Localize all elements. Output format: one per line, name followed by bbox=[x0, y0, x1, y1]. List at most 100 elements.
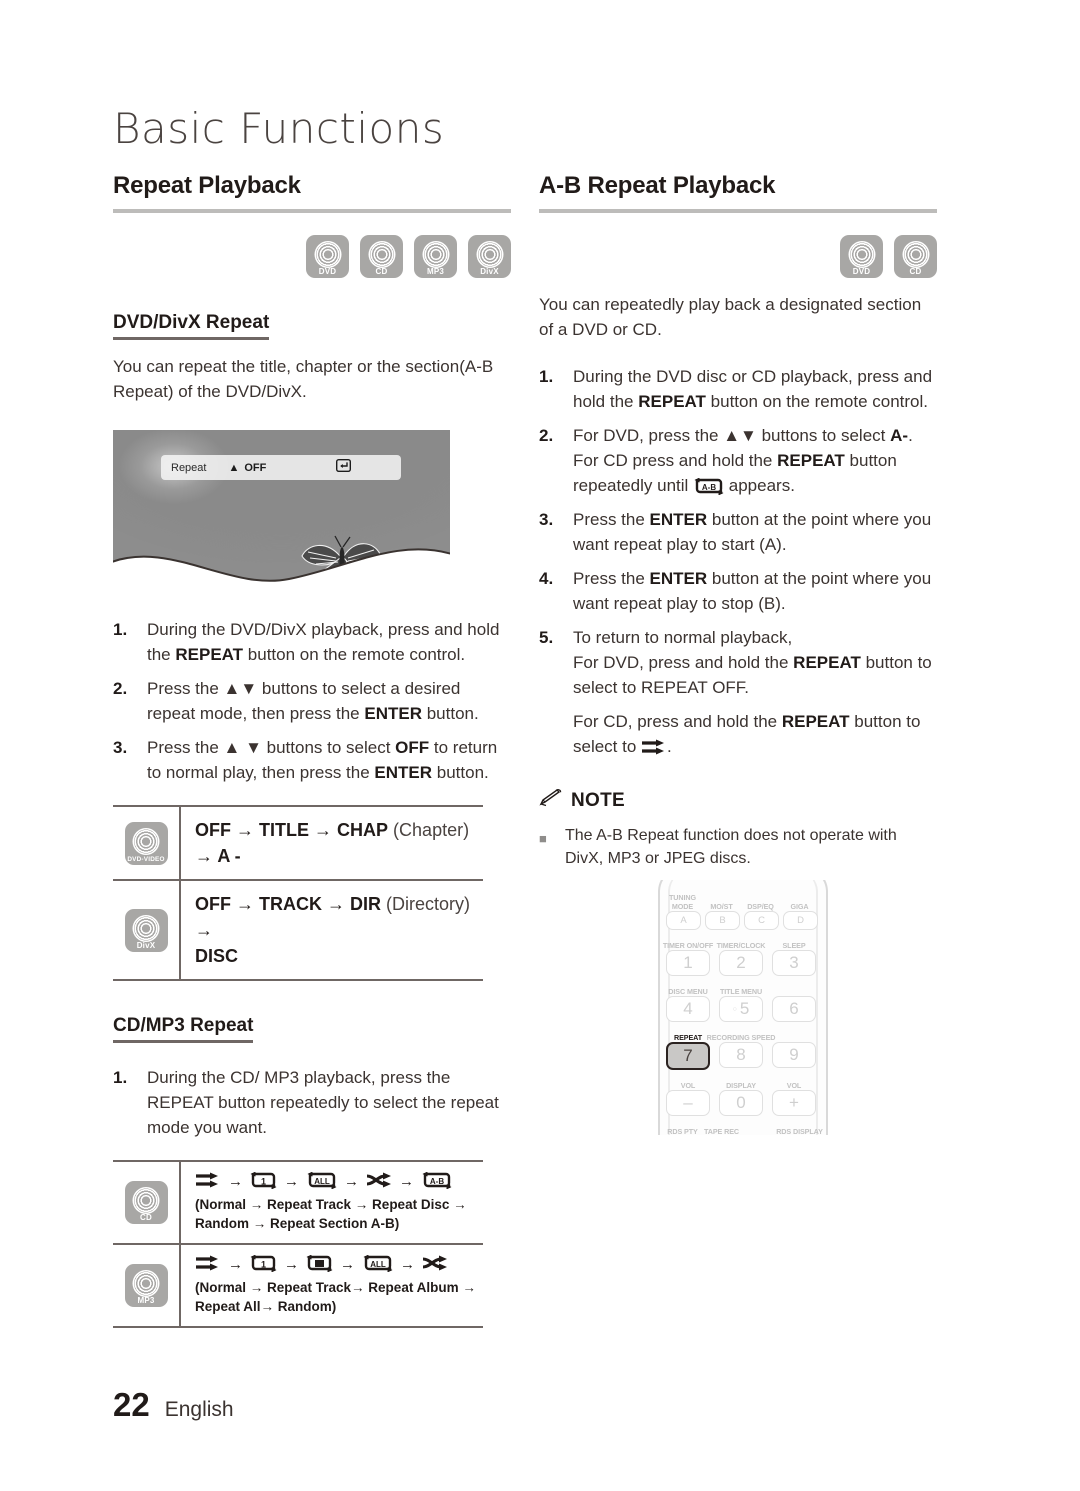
repeat-all-icon: ALL bbox=[306, 1172, 337, 1190]
mode-row-badge-cell: MP3 bbox=[113, 1243, 181, 1328]
cd-mp3-mode-table: CD → 1 → ALL → → A-B (Normal → Repeat Track → Re… bbox=[113, 1160, 483, 1328]
emphasis-text: ENTER bbox=[374, 763, 433, 782]
remote-key-8[interactable]: 8 bbox=[719, 1042, 763, 1068]
step-item: 1. During the DVD/DivX playback, press an… bbox=[113, 617, 511, 667]
mode-icon-sequence: → 1 → → ALL → bbox=[195, 1255, 483, 1273]
mode-token: TITLE bbox=[259, 820, 310, 840]
remote-key-–[interactable]: – bbox=[666, 1090, 710, 1116]
plain-text: appears. bbox=[724, 476, 795, 495]
remote-key-4[interactable]: 4 bbox=[666, 996, 710, 1022]
mode-row-sequence-cell: → 1 → → ALL → (Normal → Repeat Track→ Repeat A… bbox=[180, 1243, 483, 1328]
repeat-track-icon: 1 bbox=[250, 1255, 277, 1273]
arrow-icon: → bbox=[400, 1255, 415, 1273]
disc-badge-label: DVD bbox=[852, 267, 871, 276]
disc-glyph-icon bbox=[132, 914, 160, 942]
emphasis-text: REPEAT bbox=[175, 645, 244, 664]
step-text: For DVD, press the ▲▼ buttons to select … bbox=[573, 423, 937, 498]
repeat-album-icon bbox=[306, 1255, 333, 1273]
mode-sequence-caption: (Normal → Repeat Track → Repeat Disc → R… bbox=[195, 1197, 467, 1231]
disc-glyph-icon bbox=[368, 241, 395, 268]
repeat-track-icon: 1 bbox=[250, 1172, 277, 1190]
remote-key-c[interactable]: C bbox=[744, 911, 779, 930]
right-steps-list: 1. During the DVD disc or CD playback, pr… bbox=[539, 364, 937, 759]
remote-key-label: DSP/EQ bbox=[747, 901, 774, 911]
remote-key-label: TUNING MODE bbox=[669, 893, 696, 911]
mode-token: → bbox=[195, 846, 218, 866]
remote-key-9[interactable]: 9 bbox=[772, 1042, 816, 1068]
step-item: 3. Press the ENTER button at the point wh… bbox=[539, 507, 937, 557]
remote-key-0[interactable]: 0 bbox=[719, 1090, 763, 1116]
disc-badge-label: DVD-VIDEO bbox=[127, 855, 165, 863]
step-text: Press the ▲ ▼ buttons to select OFF to r… bbox=[147, 735, 511, 785]
right-column: A-B Repeat Playback DVD CD You can repeat… bbox=[539, 172, 937, 870]
normal-play-icon bbox=[641, 737, 667, 756]
remote-key-2[interactable]: 2 bbox=[719, 950, 763, 976]
mode-row-badge-cell: CD bbox=[113, 1160, 181, 1245]
remote-key-a[interactable]: A bbox=[666, 911, 701, 930]
remote-key-cell: 6 bbox=[772, 979, 816, 1022]
section-heading-repeat-playback: Repeat Playback bbox=[113, 172, 301, 199]
step-text: Press the ▲▼ buttons to select a desired… bbox=[147, 676, 511, 726]
osd-repeat-bar: Repeat ▲ OFF bbox=[161, 455, 401, 480]
mode-table-row: MP3 → 1 → → ALL → (Normal → Repeat Track→ Repea… bbox=[113, 1243, 483, 1328]
remote-key-cell: REPEAT 7 bbox=[666, 1025, 710, 1070]
remote-key-b[interactable]: B bbox=[705, 911, 740, 930]
remote-key-7[interactable]: 7 bbox=[666, 1042, 710, 1070]
remote-key-cell: DSP/EQ C bbox=[744, 894, 779, 930]
plain-text: Press the bbox=[573, 569, 650, 588]
note-title: NOTE bbox=[571, 789, 625, 811]
disc-badge-cd: CD bbox=[360, 235, 403, 278]
mode-row-badge-cell: DivX bbox=[113, 879, 181, 981]
step-item: 2. Press the ▲▼ buttons to select a desir… bbox=[113, 676, 511, 726]
disc-badge-label: CD bbox=[140, 1213, 152, 1222]
mode-token-note: (Directory) bbox=[381, 894, 471, 914]
mode-table-row: DVD-VIDEO OFF → TITLE → CHAP (Chapter) → … bbox=[113, 805, 483, 881]
mode-token: DIR bbox=[350, 894, 382, 914]
remote-key-+[interactable]: + bbox=[772, 1090, 816, 1116]
remote-key-label: VOL bbox=[786, 1080, 802, 1090]
section-heading-ab-repeat-playback: A-B Repeat Playback bbox=[539, 172, 776, 199]
disc-glyph-icon bbox=[132, 1187, 160, 1214]
mode-icon-sequence: → 1 → ALL → → A-B bbox=[195, 1172, 483, 1190]
step-number: 3. bbox=[539, 510, 554, 529]
remote-key-label: RDS DISPLAY bbox=[776, 1126, 823, 1135]
mode-token: OFF bbox=[195, 894, 231, 914]
disc-type-badge-row: DVD CD bbox=[539, 235, 937, 278]
svg-text:1: 1 bbox=[261, 1177, 266, 1187]
enter-return-icon bbox=[335, 458, 352, 477]
remote-key-label bbox=[772, 1025, 816, 1042]
disc-badge-label: CD bbox=[375, 267, 388, 276]
remote-key-1[interactable]: 1 bbox=[666, 950, 710, 976]
plain-text: button on the remote control. bbox=[243, 645, 466, 664]
disc-badge-cd: CD bbox=[894, 235, 937, 278]
step-item: 2. For DVD, press the ▲▼ buttons to selec… bbox=[539, 423, 937, 498]
step-text: To return to normal playback, For DVD, pr… bbox=[573, 625, 937, 700]
step-number: 3. bbox=[113, 738, 128, 757]
emphasis-text: ENTER bbox=[364, 704, 422, 723]
mode-sequence-line: OFF → TRACK → DIR (Directory) → bbox=[195, 891, 483, 943]
remote-key-cell: DISC MENU 4 bbox=[666, 979, 710, 1022]
remote-key-d[interactable]: D bbox=[783, 911, 818, 930]
remote-key-3[interactable]: 3 bbox=[772, 950, 816, 976]
normal-play-icon bbox=[195, 1255, 221, 1273]
disc-badge-label: DivX bbox=[480, 267, 499, 276]
disc-glyph-icon bbox=[132, 827, 160, 855]
plain-text: button on the remote control. bbox=[705, 392, 929, 411]
remote-key-6[interactable]: 6 bbox=[772, 996, 816, 1022]
remote-key-label: DISPLAY bbox=[726, 1080, 756, 1090]
remote-key-label: TAPE REC bbox=[704, 1126, 740, 1135]
plain-text: For CD, press and hold the bbox=[573, 712, 782, 731]
remote-key-cell: TITLE MENU ○ 5 bbox=[719, 979, 763, 1022]
cd-mp3-steps-list: 1. During the CD/ MP3 playback, press the… bbox=[113, 1065, 511, 1140]
remote-key-5[interactable]: ○ 5 bbox=[719, 996, 763, 1022]
remote-key-cell: 9 bbox=[772, 1025, 816, 1070]
mode-row-sequence-cell: OFF → TITLE → CHAP (Chapter) → A - bbox=[180, 805, 483, 881]
disc-glyph-icon bbox=[476, 241, 503, 268]
disc-badge-divx: DivX bbox=[124, 908, 168, 952]
remote-key-label: RECORDING SPEED bbox=[706, 1032, 776, 1042]
svg-text:A-B: A-B bbox=[702, 483, 716, 492]
disc-badge-label: MP3 bbox=[426, 267, 445, 276]
mode-token: A - bbox=[217, 846, 241, 866]
disc-badge-dvd-video: DVD-VIDEO bbox=[124, 821, 168, 865]
disc-glyph-icon bbox=[314, 241, 341, 268]
